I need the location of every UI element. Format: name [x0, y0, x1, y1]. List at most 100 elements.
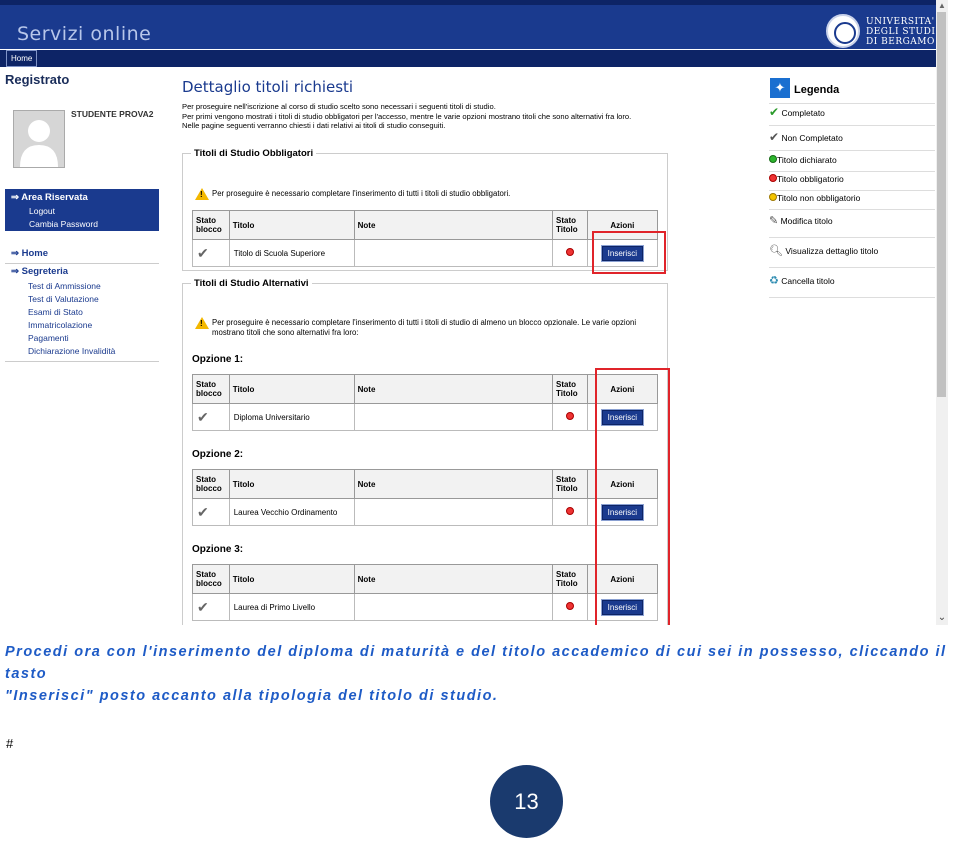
status-red-icon [565, 248, 574, 256]
warning-icon [195, 317, 209, 329]
col-stato-titolo: Stato Titolo [552, 564, 588, 594]
fieldset-legend: Titoli di Studio Alternativi [191, 278, 312, 289]
top-nav: Home [0, 49, 936, 67]
titoli-table: Stato blocco Titolo Note Stato Titolo Az… [192, 374, 659, 431]
col-stato-titolo: Stato Titolo [552, 374, 588, 404]
cell-note [353, 593, 554, 621]
site-header: Servizi online UNIVERSITA' DEGLI STUDI D… [0, 0, 936, 49]
arrow-right-icon: ⇒ [11, 248, 22, 259]
titoli-table: Stato blocco Titolo Note Stato Titolo Az… [192, 469, 659, 526]
legend-title: Legenda [794, 84, 840, 96]
intro-text: Per proseguire nell'iscrizione al corso … [182, 102, 632, 130]
status-red-icon [565, 507, 574, 515]
legend-item: Non Completato [781, 133, 843, 143]
col-stato-blocco: Stato blocco [192, 469, 230, 499]
arrow-right-icon: ⇒ [11, 192, 22, 203]
area-riservata: ⇒ Area Riservata Logout Cambia Password [5, 189, 159, 231]
option-label: Opzione 3: [192, 544, 244, 555]
legend-item: Titolo dichiarato [777, 155, 837, 165]
scroll-thumb[interactable] [937, 12, 946, 397]
site-title: Servizi online [17, 23, 152, 45]
completed-check-icon: ✔ [769, 105, 780, 119]
col-note: Note [353, 210, 554, 240]
col-stato-titolo: Stato Titolo [552, 210, 588, 240]
yellow-dot-icon [769, 193, 777, 201]
nav-home[interactable]: Home [22, 248, 48, 259]
sidebar: Registrato STUDENTE PROVA2 ⇒ Area Riserv… [5, 72, 159, 362]
col-stato-blocco: Stato blocco [192, 564, 230, 594]
check-icon: ✔ [197, 598, 209, 615]
change-password-link[interactable]: Cambia Password [29, 219, 98, 229]
col-note: Note [353, 469, 554, 499]
table-row: ✔ Laurea di Primo Livello Inserisci [192, 593, 659, 621]
magnifier-icon: 🔍︎ [769, 245, 783, 257]
highlight-box [595, 368, 670, 625]
page-number: 13 [490, 765, 563, 838]
fieldset-legend: Titoli di Studio Obbligatori [191, 148, 317, 159]
avatar [13, 110, 65, 168]
nav-test-valutazione[interactable]: Test di Valutazione [28, 294, 99, 304]
legend-item: Completato [781, 108, 825, 118]
vertical-scrollbar[interactable]: ▲ ⌄ [936, 0, 948, 625]
highlight-box [592, 231, 666, 274]
col-note: Note [353, 564, 554, 594]
titoli-table: Stato blocco Titolo Note Stato Titolo Az… [192, 564, 659, 621]
nav-dichiarazione-invalidita[interactable]: Dichiarazione Invalidità [28, 346, 115, 356]
warning-text: Per proseguire è necessario completare l… [212, 318, 637, 337]
nav-segreteria[interactable]: Segreteria [22, 266, 68, 277]
status-red-icon [565, 412, 574, 420]
cell-titolo: Laurea Vecchio Ordinamento [228, 498, 355, 526]
titoli-table: Stato blocco Titolo Note Stato Titolo Az… [192, 210, 659, 267]
nav-home-link[interactable]: Home [6, 50, 38, 67]
area-riservata-label: Area Riservata [21, 192, 88, 203]
caption-text: Procedi ora con l'inserimento del diplom… [5, 644, 947, 704]
cell-note [353, 498, 554, 526]
legend-star-icon: ✦ [770, 78, 790, 98]
edit-icon: ✎ [769, 215, 779, 227]
nav-test-ammissione[interactable]: Test di Ammissione [28, 281, 101, 291]
col-titolo: Titolo [228, 564, 355, 594]
cell-titolo: Diploma Universitario [228, 403, 355, 431]
cell-titolo: Laurea di Primo Livello [228, 593, 355, 621]
col-stato-titolo: Stato Titolo [552, 469, 588, 499]
scroll-down-icon[interactable]: ⌄ [936, 611, 948, 625]
check-icon: ✔ [197, 503, 209, 520]
table-row: ✔ Laurea Vecchio Ordinamento Inserisci [192, 498, 659, 526]
logout-link[interactable]: Logout [29, 206, 55, 216]
table-row: ✔ Diploma Universitario Inserisci [192, 403, 659, 431]
col-titolo: Titolo [228, 210, 355, 240]
cell-note [353, 403, 554, 431]
scroll-up-icon[interactable]: ▲ [936, 0, 948, 12]
col-stato-blocco: Stato blocco [192, 210, 230, 240]
nav-pagamenti[interactable]: Pagamenti [28, 333, 69, 343]
legend-item: Modifica titolo [780, 216, 833, 226]
nav-immatricolazione[interactable]: Immatricolazione [28, 320, 92, 330]
not-completed-check-icon: ✔ [769, 130, 780, 144]
status-red-icon [565, 602, 574, 610]
col-titolo: Titolo [228, 469, 355, 499]
table-row: ✔ Titolo di Scuola Superiore Inserisci [192, 239, 659, 267]
warning-icon [195, 188, 209, 200]
col-stato-blocco: Stato blocco [192, 374, 230, 404]
option-label: Opzione 1: [192, 354, 244, 365]
nav-esami-stato[interactable]: Esami di Stato [28, 307, 83, 317]
check-icon: ✔ [197, 244, 209, 261]
option-label: Opzione 2: [192, 449, 244, 460]
hash-mark: # [6, 736, 14, 751]
legend-item: Cancella titolo [781, 276, 835, 286]
cell-titolo: Titolo di Scuola Superiore [228, 239, 355, 267]
col-titolo: Titolo [228, 374, 355, 404]
university-logo-icon [826, 14, 860, 48]
arrow-right-icon: ⇒ [11, 266, 22, 277]
red-dot-icon [769, 174, 777, 182]
legend-item: Titolo obbligatorio [777, 174, 844, 184]
legend-item: Titolo non obbligatorio [777, 193, 861, 203]
cell-note [353, 239, 554, 267]
browser-screenshot: Servizi online UNIVERSITA' DEGLI STUDI D… [0, 0, 948, 625]
main-content: Dettaglio titoli richiesti Per proseguir… [182, 78, 672, 625]
green-dot-icon [769, 155, 777, 163]
check-icon: ✔ [197, 408, 209, 425]
warning-text: Per proseguire è necessario completare l… [212, 189, 511, 198]
student-name: STUDENTE PROVA2 [71, 109, 154, 119]
page-title: Dettaglio titoli richiesti [182, 78, 354, 96]
